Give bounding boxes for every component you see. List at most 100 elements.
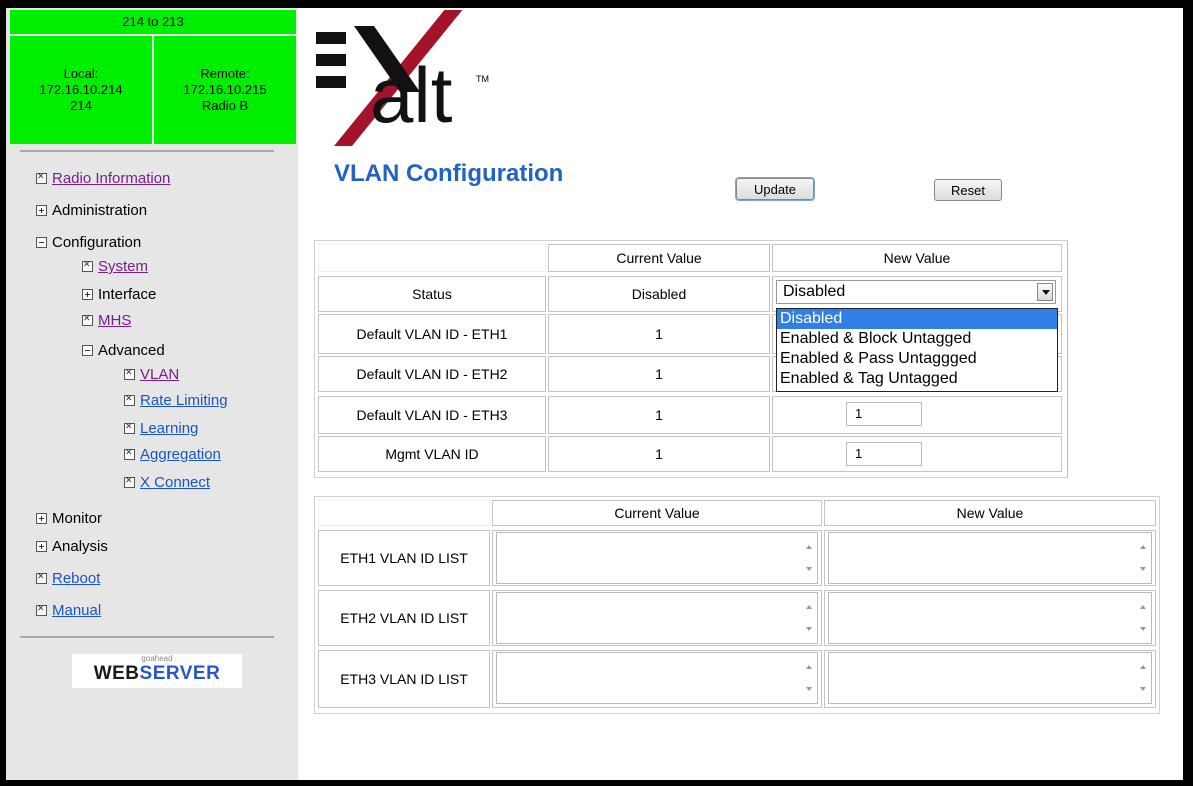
remote-ip: 172.16.10.215 xyxy=(183,82,267,97)
expand-icon[interactable] xyxy=(36,541,47,552)
expand-icon[interactable] xyxy=(36,205,47,216)
nav-label-advanced[interactable]: Advanced xyxy=(98,342,165,359)
eth3-default-vlan-current: 1 xyxy=(548,396,770,434)
nav-link-system[interactable]: System xyxy=(98,258,148,275)
nav-link-mhs[interactable]: MHS xyxy=(98,312,131,329)
table2-header-current: Current Value xyxy=(492,500,822,526)
webserver-text: WEBSERVER xyxy=(93,663,221,684)
nav-item-mhs[interactable]: MHS xyxy=(82,312,131,329)
eth1-vlan-list-current xyxy=(496,532,818,584)
status-option-pass-untagged[interactable]: Enabled & Pass Untaggged xyxy=(777,349,1057,369)
leaf-icon xyxy=(82,259,93,272)
logo-trademark: TM xyxy=(476,74,489,84)
eth3-default-vlan-input[interactable]: 1 xyxy=(846,402,922,426)
eth3-vlan-list-current xyxy=(496,652,818,704)
mgmt-vlan-current: 1 xyxy=(548,436,770,472)
nav-item-rate-limiting[interactable]: Rate Limiting xyxy=(124,392,228,409)
status-select[interactable]: Disabled xyxy=(776,280,1056,304)
eth1-vlan-list-new-textarea[interactable] xyxy=(828,532,1152,584)
scrollbar[interactable] xyxy=(1137,657,1149,699)
scroll-up-icon[interactable] xyxy=(1140,545,1146,549)
nav-item-learning[interactable]: Learning xyxy=(124,420,198,437)
sidebar-divider xyxy=(20,636,274,638)
eth2-vlan-list-new-textarea[interactable] xyxy=(828,592,1152,644)
nav-item-aggregation[interactable]: Aggregation xyxy=(124,446,221,463)
row-label-eth1-default-vlan: Default VLAN ID - ETH1 xyxy=(318,314,546,354)
scroll-up-icon[interactable] xyxy=(806,545,812,549)
nav-item-vlan[interactable]: VLAN xyxy=(124,366,179,383)
nav-link-learning[interactable]: Learning xyxy=(140,420,198,437)
scrollbar[interactable] xyxy=(803,657,815,699)
page-title: VLAN Configuration xyxy=(334,160,564,187)
nav-item-configuration[interactable]: Configuration xyxy=(36,234,141,251)
sidebar: 214 to 213 Local: 172.16.10.214 214 Remo… xyxy=(6,8,298,780)
nav-label-interface[interactable]: Interface xyxy=(98,286,156,303)
nav-link-manual[interactable]: Manual xyxy=(52,602,101,619)
remote-label: Remote: xyxy=(200,66,250,81)
nav-item-x-connect[interactable]: X Connect xyxy=(124,474,210,491)
nav-item-interface[interactable]: Interface xyxy=(82,286,156,303)
status-current-value: Disabled xyxy=(548,276,770,312)
mgmt-vlan-input[interactable]: 1 xyxy=(846,442,922,466)
table1-header-current: Current Value xyxy=(548,244,770,272)
row-label-eth2-vlan-list: ETH2 VLAN ID LIST xyxy=(318,590,490,646)
nav-item-manual[interactable]: Manual xyxy=(36,602,101,619)
nav-label-configuration[interactable]: Configuration xyxy=(52,234,141,251)
scroll-up-icon[interactable] xyxy=(1140,665,1146,669)
nav-item-analysis[interactable]: Analysis xyxy=(36,538,108,555)
nav-link-vlan[interactable]: VLAN xyxy=(140,366,179,383)
nav-item-advanced[interactable]: Advanced xyxy=(82,342,165,359)
nav-item-reboot[interactable]: Reboot xyxy=(36,570,100,587)
scroll-down-icon[interactable] xyxy=(1140,627,1146,631)
nav-item-administration[interactable]: Administration xyxy=(36,202,147,219)
scroll-down-icon[interactable] xyxy=(806,627,812,631)
nav-link-rate-limiting[interactable]: Rate Limiting xyxy=(140,392,228,409)
sidebar-divider xyxy=(20,150,274,152)
dropdown-arrow-icon[interactable] xyxy=(1037,283,1053,301)
row-label-eth3-vlan-list: ETH3 VLAN ID LIST xyxy=(318,650,490,708)
update-button[interactable]: Update xyxy=(736,178,814,200)
table1-header-new: New Value xyxy=(772,244,1062,272)
nav-label-administration[interactable]: Administration xyxy=(52,202,147,219)
nav-label-monitor[interactable]: Monitor xyxy=(52,510,102,527)
expand-icon[interactable] xyxy=(82,289,93,300)
table2-header-new: New Value xyxy=(824,500,1156,526)
eth3-vlan-list-new-textarea[interactable] xyxy=(828,652,1152,704)
scroll-up-icon[interactable] xyxy=(1140,605,1146,609)
leaf-icon xyxy=(124,447,135,460)
status-option-disabled[interactable]: Disabled xyxy=(777,309,1057,329)
nav-item-radio-information[interactable]: Radio Information xyxy=(36,170,170,187)
scroll-down-icon[interactable] xyxy=(1140,567,1146,571)
table1-corner xyxy=(318,244,546,272)
scroll-up-icon[interactable] xyxy=(806,605,812,609)
leaf-icon xyxy=(36,571,47,584)
collapse-icon[interactable] xyxy=(82,345,93,356)
scroll-up-icon[interactable] xyxy=(806,665,812,669)
nav-link-aggregation[interactable]: Aggregation xyxy=(140,446,221,463)
leaf-icon xyxy=(124,475,135,488)
scrollbar[interactable] xyxy=(803,597,815,639)
status-option-block-untagged[interactable]: Enabled & Block Untagged xyxy=(777,329,1057,349)
scroll-down-icon[interactable] xyxy=(1140,687,1146,691)
eth1-default-vlan-current: 1 xyxy=(548,314,770,354)
expand-icon[interactable] xyxy=(36,513,47,524)
nav-label-analysis[interactable]: Analysis xyxy=(52,538,108,555)
status-option-tag-untagged[interactable]: Enabled & Tag Untagged xyxy=(777,369,1057,389)
leaf-icon xyxy=(82,313,93,326)
local-ip: 172.16.10.214 xyxy=(39,82,123,97)
scrollbar[interactable] xyxy=(803,537,815,579)
nav-link-radio-information[interactable]: Radio Information xyxy=(52,170,170,187)
nav-item-monitor[interactable]: Monitor xyxy=(36,510,102,527)
row-label-mgmt-vlan: Mgmt VLAN ID xyxy=(318,436,546,472)
status-dropdown-list: Disabled Enabled & Block Untagged Enable… xyxy=(776,308,1058,392)
scrollbar[interactable] xyxy=(1137,597,1149,639)
reset-button[interactable]: Reset xyxy=(934,179,1002,201)
scroll-down-icon[interactable] xyxy=(806,567,812,571)
nav-link-reboot[interactable]: Reboot xyxy=(52,570,100,587)
nav-link-x-connect[interactable]: X Connect xyxy=(140,474,210,491)
scroll-down-icon[interactable] xyxy=(806,687,812,691)
collapse-icon[interactable] xyxy=(36,237,47,248)
nav-item-system[interactable]: System xyxy=(82,258,148,275)
scrollbar[interactable] xyxy=(1137,537,1149,579)
row-label-eth2-default-vlan: Default VLAN ID - ETH2 xyxy=(318,356,546,392)
